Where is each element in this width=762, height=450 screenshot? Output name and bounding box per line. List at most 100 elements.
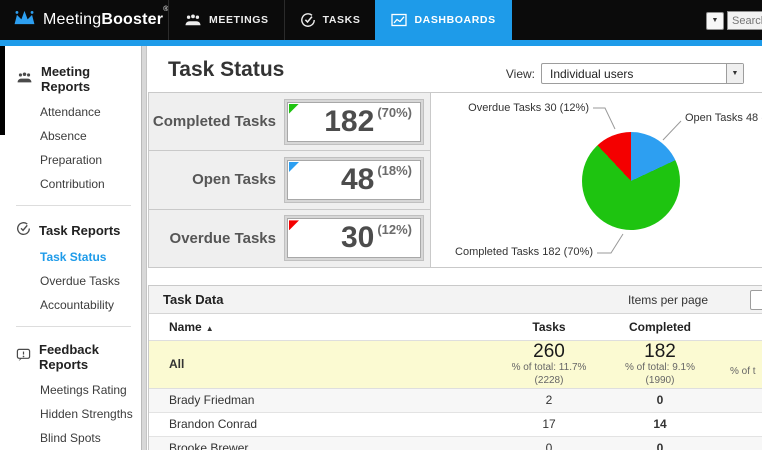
feedback-bubble-icon xyxy=(16,348,31,366)
sidebar-item-preparation[interactable]: Preparation xyxy=(0,148,141,172)
search-input[interactable] xyxy=(727,11,762,30)
window-edge-artifact xyxy=(0,46,5,135)
stat-box-completed: 182 (70%) xyxy=(284,99,424,145)
page-title: Task Status xyxy=(168,58,284,82)
overdue-corner-flag xyxy=(289,220,299,230)
pie-chart-area: Overdue Tasks 30 (12%) Open Tasks 48 (18… xyxy=(432,94,762,266)
row-completed: 14 xyxy=(604,412,716,436)
column-header-tasks[interactable]: Tasks xyxy=(494,314,604,340)
check-circle-icon xyxy=(300,12,316,28)
tab-tasks[interactable]: TASKS xyxy=(284,0,377,40)
stats-column: Completed Tasks 182 (70%) Open Tasks 48 … xyxy=(149,93,431,267)
sidebar-item-blind-spots[interactable]: Blind Spots xyxy=(0,426,141,450)
sidebar-divider xyxy=(16,326,131,327)
crown-logo-icon xyxy=(12,9,37,31)
sidebar-item-attendance[interactable]: Attendance xyxy=(0,100,141,124)
column-header-name[interactable]: Name▲ xyxy=(149,314,494,340)
row-tasks: 2 xyxy=(494,388,604,412)
sidebar-item-contribution[interactable]: Contribution xyxy=(0,172,141,196)
stat-percent: (18%) xyxy=(377,163,412,178)
top-nav-bar: MeetingBooster® MEETINGS TASKS xyxy=(0,0,762,40)
people-icon xyxy=(16,72,33,87)
stat-label: Overdue Tasks xyxy=(149,230,284,247)
stat-value: 30 xyxy=(341,223,374,253)
row-overdue xyxy=(716,436,762,450)
task-summary-panel: Completed Tasks 182 (70%) Open Tasks 48 … xyxy=(148,92,762,268)
caret-down-icon: ▼ xyxy=(712,17,719,24)
view-select[interactable]: Individual users ▼ xyxy=(541,63,744,84)
stat-box-overdue: 30 (12%) xyxy=(284,215,424,261)
task-data-header: Task Data Items per page xyxy=(149,286,762,314)
summary-overdue-cell: % of t xyxy=(716,340,762,388)
caret-down-icon: ▼ xyxy=(726,64,743,83)
stat-box-open: 48 (18%) xyxy=(284,157,424,203)
pie-callout-open: Open Tasks 48 (18%) xyxy=(685,112,762,124)
row-tasks: 17 xyxy=(494,412,604,436)
pie-callout-overdue: Overdue Tasks 30 (12%) xyxy=(432,102,589,114)
sidebar-item-absence[interactable]: Absence xyxy=(0,124,141,148)
task-data-panel: Task Data Items per page Name▲ Tasks Com… xyxy=(148,285,762,450)
stat-label: Open Tasks xyxy=(149,171,284,188)
summary-completed-cell: 182 % of total: 9.1% (1990) xyxy=(604,340,716,388)
sidebar-item-overdue-tasks[interactable]: Overdue Tasks xyxy=(0,269,141,293)
row-name: Brandon Conrad xyxy=(149,412,494,436)
view-label: View: xyxy=(506,67,535,81)
column-header-completed[interactable]: Completed xyxy=(604,314,716,340)
tab-meetings[interactable]: MEETINGS xyxy=(168,0,285,40)
sidebar-section-meeting-reports[interactable]: Meeting Reports xyxy=(0,58,141,100)
brand-logo[interactable]: MeetingBooster® xyxy=(12,0,169,40)
view-control: View: Individual users ▼ xyxy=(506,63,744,84)
sidebar-section-task-reports[interactable]: Task Reports xyxy=(0,215,141,245)
sidebar-item-meetings-rating[interactable]: Meetings Rating xyxy=(0,378,141,402)
table-row[interactable]: Brady Friedman 2 0 xyxy=(149,388,762,412)
section-title: Task Reports xyxy=(39,223,120,238)
table-row[interactable]: Brandon Conrad 17 14 xyxy=(149,412,762,436)
sidebar-section-feedback-reports[interactable]: Feedback Reports xyxy=(0,336,141,378)
stat-percent: (12%) xyxy=(377,222,412,237)
sidebar-item-hidden-strengths[interactable]: Hidden Strengths xyxy=(0,402,141,426)
brand-name: MeetingBooster® xyxy=(43,11,169,29)
row-tasks: 0 xyxy=(494,436,604,450)
search-scope-dropdown[interactable]: ▼ xyxy=(706,12,724,30)
tab-dashboards[interactable]: DASHBOARDS xyxy=(375,0,511,40)
row-completed: 0 xyxy=(604,388,716,412)
stat-row-overdue: Overdue Tasks 30 (12%) xyxy=(149,210,430,267)
sidebar-item-accountability[interactable]: Accountability xyxy=(0,293,141,317)
tab-label: TASKS xyxy=(323,14,361,26)
line-chart-icon xyxy=(391,13,407,27)
stat-row-open: Open Tasks 48 (18%) xyxy=(149,151,430,209)
view-select-value: Individual users xyxy=(542,67,726,81)
sidebar-divider xyxy=(16,205,131,206)
tab-label: MEETINGS xyxy=(209,14,269,26)
stat-value: 48 xyxy=(341,165,374,195)
main-content: Task Status View: Individual users ▼ Com… xyxy=(147,46,762,450)
sidebar-item-task-status[interactable]: Task Status xyxy=(0,245,141,269)
items-per-page-label: Items per page xyxy=(628,286,708,314)
row-overdue xyxy=(716,388,762,412)
stat-label: Completed Tasks xyxy=(149,113,284,130)
items-per-page-select[interactable] xyxy=(750,290,762,310)
stat-row-completed: Completed Tasks 182 (70%) xyxy=(149,93,430,151)
section-title: Feedback Reports xyxy=(39,342,137,372)
tab-label: DASHBOARDS xyxy=(414,14,495,26)
pie-chart[interactable] xyxy=(582,132,680,230)
summary-tasks-cell: 260 % of total: 11.7% (2228) xyxy=(494,340,604,388)
row-name: Brooke Brewer xyxy=(149,436,494,450)
completed-corner-flag xyxy=(289,104,299,114)
panel-title: Task Data xyxy=(163,292,223,307)
sidebar: Meeting Reports Attendance Absence Prepa… xyxy=(0,46,141,450)
table-header-row: Name▲ Tasks Completed Overdue xyxy=(149,314,762,340)
nav-tabs: MEETINGS TASKS DASHBOARDS xyxy=(168,0,511,40)
stat-percent: (70%) xyxy=(377,105,412,120)
sort-asc-icon: ▲ xyxy=(206,324,214,333)
row-name: Brady Friedman xyxy=(149,388,494,412)
column-header-overdue[interactable]: Overdue xyxy=(716,314,762,340)
people-icon xyxy=(184,14,202,27)
row-completed: 0 xyxy=(604,436,716,450)
nav-search-area: ▼ xyxy=(706,11,762,30)
check-circle-icon xyxy=(16,221,31,239)
table-row[interactable]: Brooke Brewer 0 0 xyxy=(149,436,762,450)
open-corner-flag xyxy=(289,162,299,172)
table-summary-row-all[interactable]: All 260 % of total: 11.7% (2228) 182 % o… xyxy=(149,340,762,388)
stat-value: 182 xyxy=(324,107,374,137)
